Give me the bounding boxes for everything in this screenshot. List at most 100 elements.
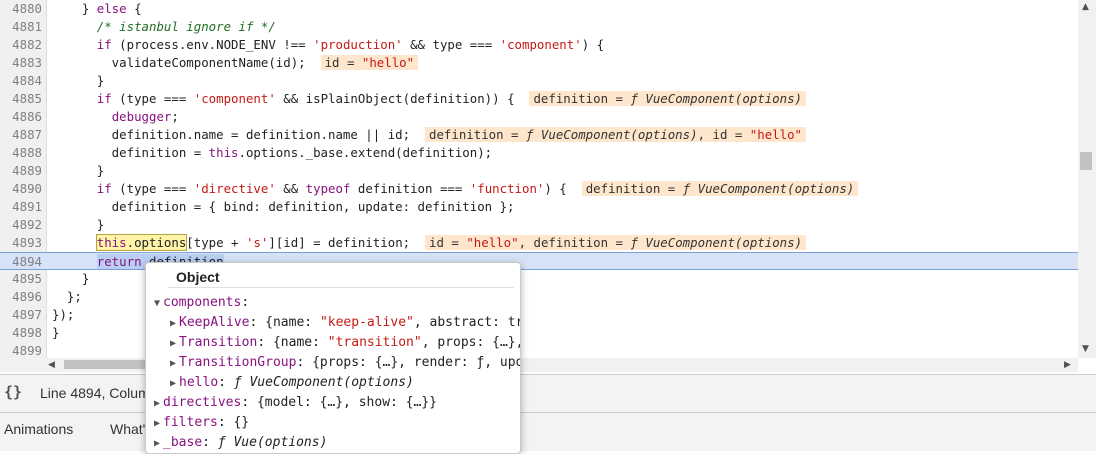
object-property-keepalive[interactable]: ▶ KeepAlive: {name: "keep-alive", abstrac… [170, 313, 520, 334]
line-number[interactable]: 4884 [0, 72, 42, 90]
code-line[interactable]: 4891 definition = { bind: definition, up… [0, 198, 1078, 216]
line-number[interactable]: 4890 [0, 180, 42, 198]
property-value: {name: [272, 335, 328, 350]
object-property-filters[interactable]: ▶ filters: {} [154, 413, 249, 434]
code-text: debugger; [111, 109, 179, 124]
code-line[interactable]: 4887 definition.name = definition.name |… [0, 126, 1078, 144]
vertical-scrollbar-thumb[interactable] [1080, 152, 1092, 170]
line-number[interactable]: 4898 [0, 324, 42, 342]
line-number[interactable]: 4899 [0, 342, 42, 358]
popover-divider [168, 287, 514, 288]
code-text: } [52, 325, 60, 340]
line-number[interactable]: 4897 [0, 306, 42, 324]
object-property-directives[interactable]: ▶ directives: {model: {…}, show: {…}} [154, 393, 437, 414]
property-value: {model: {…}, show: {…}} [256, 395, 437, 410]
line-number[interactable]: 4893 [0, 234, 42, 252]
collapsed-triangle-icon[interactable]: ▶ [170, 358, 176, 369]
code-line[interactable]: 4882 if (process.env.NODE_ENV !== 'produ… [0, 36, 1078, 54]
line-number[interactable]: 4889 [0, 162, 42, 180]
code-text: } [52, 73, 105, 88]
collapsed-triangle-icon[interactable]: ▶ [154, 418, 160, 429]
object-property-base[interactable]: ▶ _base: ƒ Vue(options) [154, 433, 328, 453]
code-text: } else { [52, 1, 142, 16]
collapsed-triangle-icon[interactable]: ▶ [170, 318, 176, 329]
code-line[interactable]: 4886 debugger; [0, 108, 1078, 126]
line-number[interactable]: 4894 [0, 253, 42, 271]
object-property-transitiongroup[interactable]: ▶ TransitionGroup: {props: {…}, render: ƒ… [170, 353, 520, 374]
object-property-transition[interactable]: ▶ Transition: {name: "transition", props:… [170, 333, 521, 354]
code-text: } [52, 217, 105, 232]
object-preview-popover[interactable]: Object ▼ components: ▶ KeepAlive: {name: "k… [145, 262, 521, 454]
code-line[interactable]: 4885 if (type === 'component' && isPlain… [0, 90, 1078, 108]
code-text: if (type === 'component' && isPlainObjec… [52, 90, 807, 108]
hovered-expression[interactable]: this.options [95, 234, 188, 251]
code-text: } [52, 271, 90, 286]
property-value: "keep-alive" [319, 315, 414, 330]
code-text: /* istanbul ignore if */ [96, 19, 276, 34]
line-number[interactable]: 4881 [0, 18, 42, 36]
code-text: }); [52, 307, 75, 322]
popover-title: Object [176, 269, 220, 285]
code-text: } [52, 163, 105, 178]
line-number[interactable]: 4886 [0, 108, 42, 126]
property-value: {name: [265, 315, 320, 330]
tab-animations[interactable]: Animations [4, 421, 73, 437]
code-text: definition = this.options._base.extend(d… [52, 145, 493, 160]
collapsed-triangle-icon[interactable]: ▶ [154, 398, 160, 409]
line-number[interactable]: 4888 [0, 144, 42, 162]
property-value: ƒ VueComponent(options) [233, 375, 414, 390]
property-key: Transition [179, 335, 258, 350]
line-number[interactable]: 4891 [0, 198, 42, 216]
code-text: }; [52, 289, 82, 304]
inline-value: id = "hello", definition = ƒ VueComponen… [425, 235, 807, 250]
line-number[interactable]: 4883 [0, 54, 42, 72]
inline-value: id = "hello" [320, 55, 419, 70]
collapsed-triangle-icon[interactable]: ▶ [170, 378, 176, 389]
code-text: if (process.env.NODE_ENV !== 'production… [96, 37, 605, 52]
property-key: TransitionGroup [179, 355, 297, 370]
code-line[interactable]: 4881 /* istanbul ignore if */ [0, 18, 1078, 36]
line-number[interactable]: 4896 [0, 288, 42, 306]
expanded-triangle-icon[interactable]: ▼ [154, 298, 160, 309]
scroll-right-arrow-icon[interactable]: ▶ [1064, 360, 1071, 370]
property-key: _base [163, 435, 203, 450]
line-number[interactable]: 4887 [0, 126, 42, 144]
object-property-components[interactable]: ▼ components: [154, 293, 249, 314]
line-number[interactable]: 4885 [0, 90, 42, 108]
code-line[interactable]: 4880 } else { [0, 0, 1078, 18]
scroll-up-arrow-icon[interactable]: ▲ [1082, 2, 1089, 12]
collapsed-triangle-icon[interactable]: ▶ [154, 438, 160, 449]
object-property-hello[interactable]: ▶ hello: ƒ VueComponent(options) [170, 373, 414, 394]
code-line[interactable]: 4893 this.options[type + 's'][id] = defi… [0, 234, 1078, 252]
code-line[interactable]: 4889 } [0, 162, 1078, 180]
property-value: , props: {…}, render: ƒ} [421, 335, 521, 350]
inline-value: definition = ƒ VueComponent(options), id… [425, 127, 806, 142]
line-number[interactable]: 4880 [0, 0, 42, 18]
scroll-left-arrow-icon[interactable]: ◀ [48, 360, 55, 370]
line-number[interactable]: 4882 [0, 36, 42, 54]
code-text: this.options[type + 's'][id] = definitio… [52, 234, 807, 252]
line-number[interactable]: 4892 [0, 216, 42, 234]
code-text: validateComponentName(id); id = "hello" [52, 54, 419, 72]
pretty-print-button[interactable]: {} [4, 383, 22, 401]
code-line[interactable]: 4883 validateComponentName(id); id = "he… [0, 54, 1078, 72]
code-line[interactable]: 4884 } [0, 72, 1078, 90]
code-line[interactable]: 4890 if (type === 'directive' && typeof … [0, 180, 1078, 198]
property-value: "transition" [327, 335, 422, 350]
code-text: if (type === 'directive' && typeof defin… [52, 180, 859, 198]
property-key: hello [179, 375, 219, 390]
collapsed-triangle-icon[interactable]: ▶ [170, 338, 176, 349]
code-text: definition.name = definition.name || id;… [52, 126, 806, 144]
code-text: definition = { bind: definition, update:… [52, 199, 515, 214]
property-value: , abstract: true, props: {…}, created: ƒ… [413, 315, 520, 330]
property-value: ƒ Vue(options) [217, 435, 328, 450]
code-line[interactable]: 4892 } [0, 216, 1078, 234]
property-value: {} [233, 415, 250, 430]
property-key: filters [163, 415, 218, 430]
property-key: components [163, 295, 242, 310]
code-line[interactable]: 4888 definition = this.options._base.ext… [0, 144, 1078, 162]
line-number[interactable]: 4895 [0, 270, 42, 288]
vertical-scrollbar[interactable] [1078, 0, 1096, 358]
property-key: directives [163, 395, 242, 410]
scroll-down-arrow-icon[interactable]: ▼ [1082, 344, 1089, 354]
